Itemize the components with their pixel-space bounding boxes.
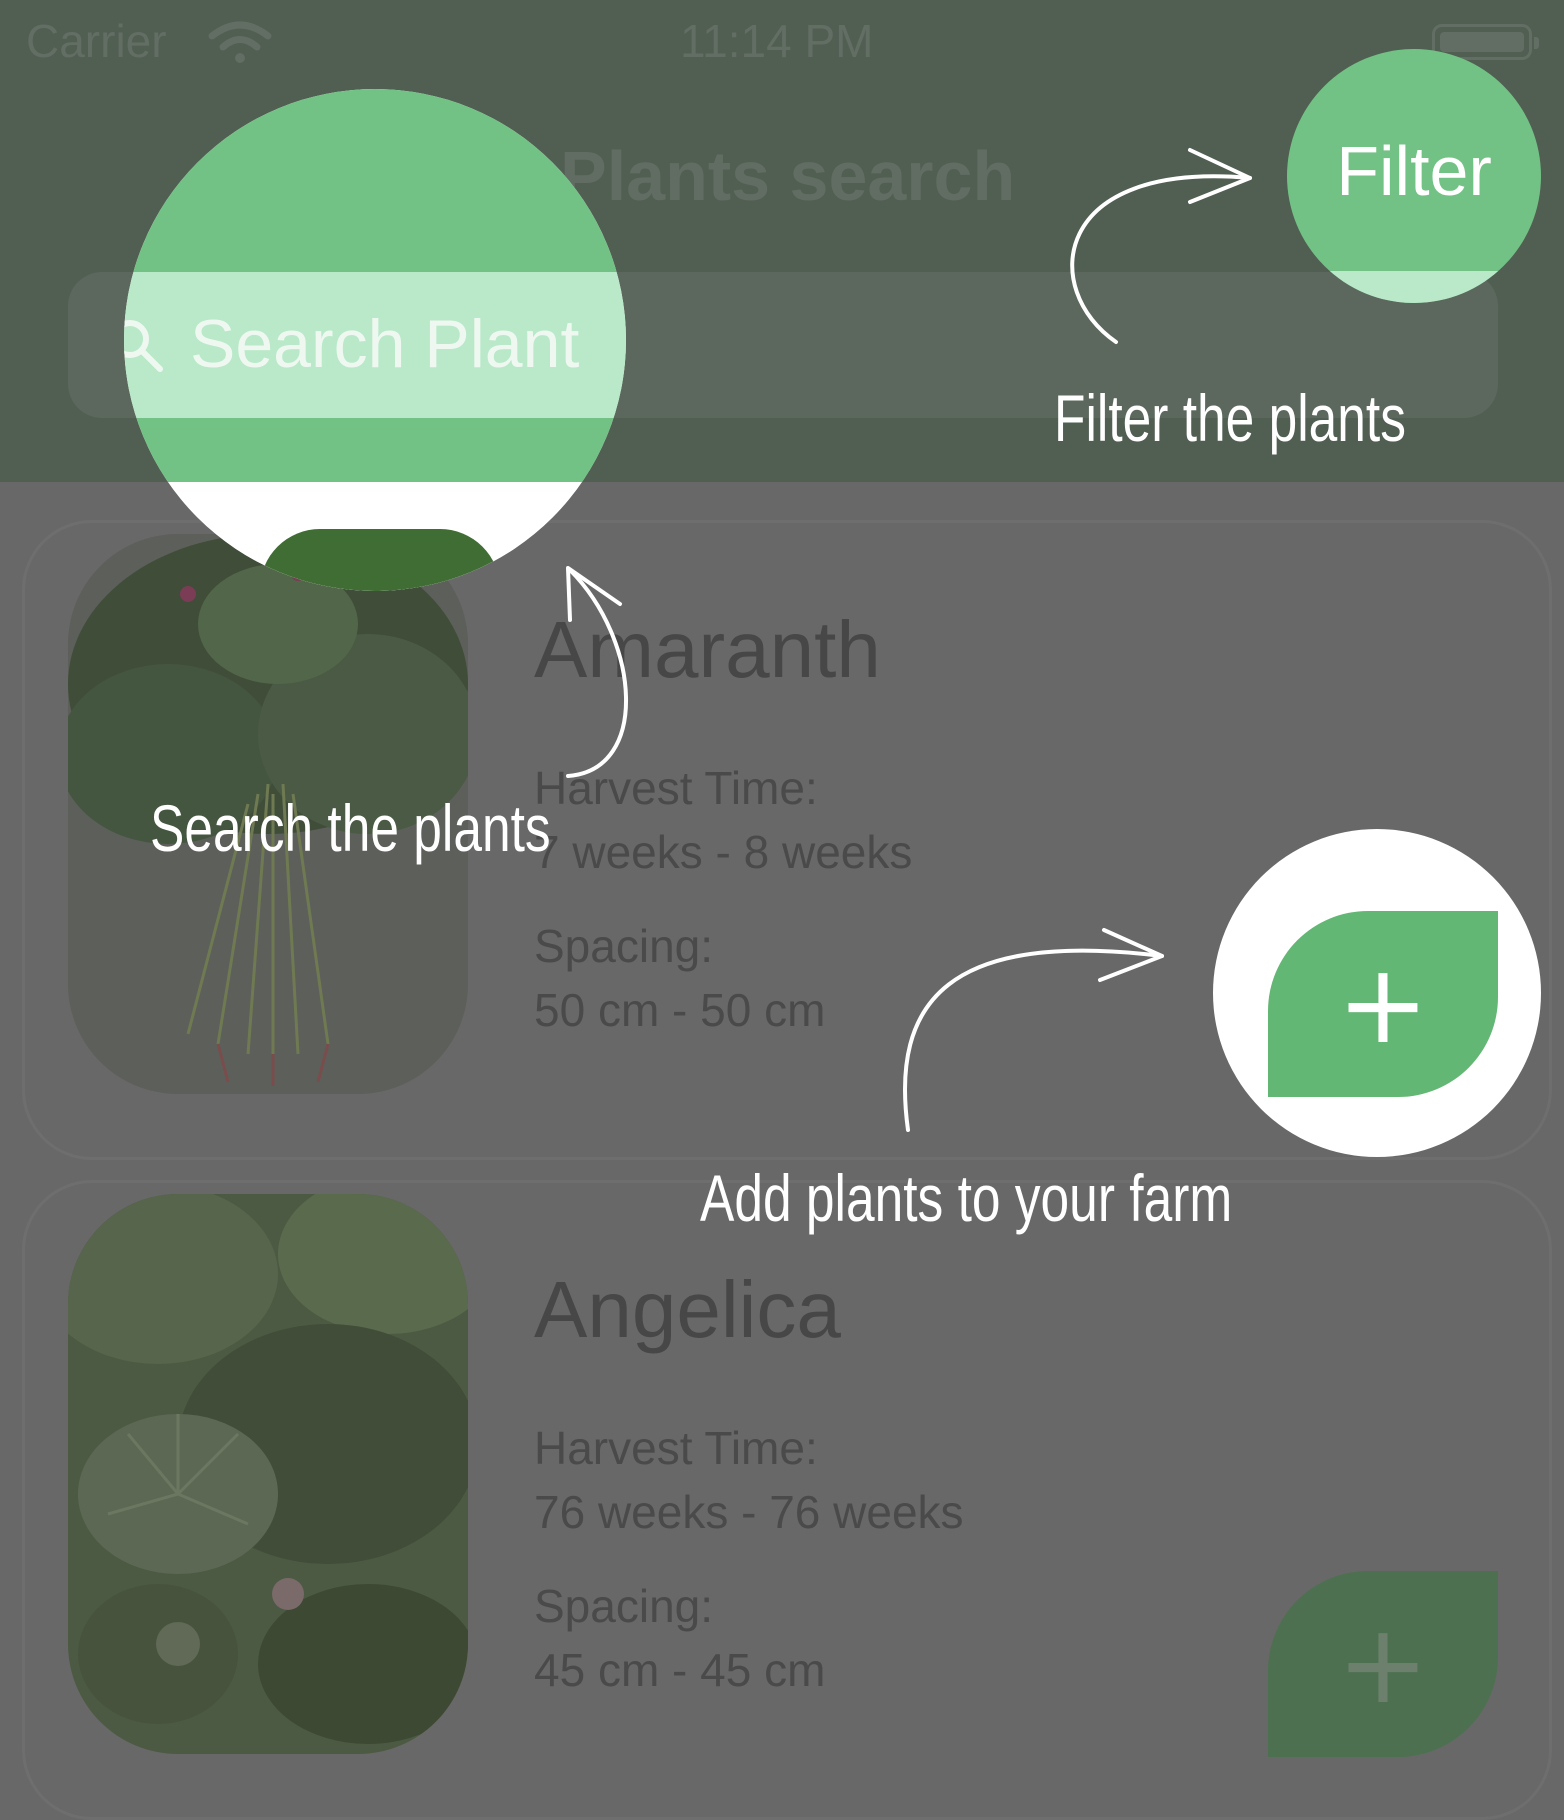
plus-icon: + [1336,940,1430,1068]
plant-photo [68,1194,468,1754]
harvest-label: Harvest Time: [534,762,818,814]
annotation-filter: Filter the plants [1054,381,1406,455]
filter-spotlight: Filter [1287,49,1541,303]
spacing-label: Spacing: [534,1580,714,1632]
wifi-icon [208,21,272,63]
add-spotlight: + [1213,829,1541,1157]
status-time: 11:14 PM [680,15,874,67]
plant-name: Angelica [534,1265,841,1354]
status-carrier: Carrier [26,15,167,67]
annotation-add: Add plants to your farm [700,1161,1233,1235]
harvest-label: Harvest Time: [534,1422,818,1474]
add-plant-button[interactable]: + [1268,1571,1498,1757]
add-plant-button-highlight[interactable]: + [1268,911,1498,1097]
annotation-search: Search the plants [150,791,551,865]
harvest-value: 7 weeks - 8 weeks [534,826,913,878]
spacing-label: Spacing: [534,920,714,972]
search-icon [124,320,163,372]
page-title: Plants search [560,137,1016,215]
search-placeholder: Search Plant [190,306,580,382]
search-spotlight: Search Plant [124,89,626,591]
filter-button[interactable]: Filter [1287,131,1541,211]
spacing-value: 50 cm - 50 cm [534,984,826,1036]
plus-icon: + [1336,1600,1430,1728]
spacing-value: 45 cm - 45 cm [534,1644,826,1696]
plant-name: Amaranth [534,605,881,694]
harvest-value: 76 weeks - 76 weeks [534,1486,964,1538]
